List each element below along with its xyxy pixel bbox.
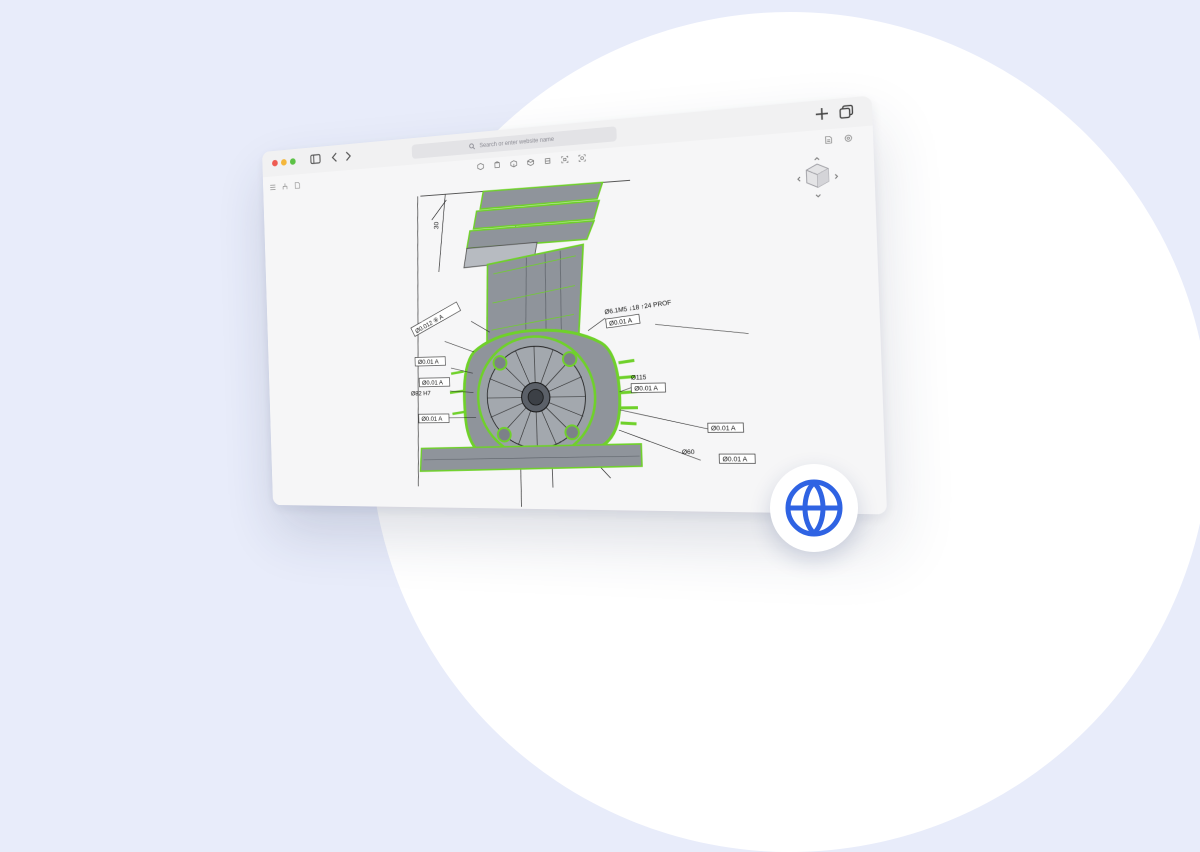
globe-badge <box>770 464 858 552</box>
tabs-overview-icon[interactable] <box>838 104 854 120</box>
annotation-diameter-60: Ø60 <box>682 449 695 456</box>
globe-icon <box>783 477 845 539</box>
annotation-bore-diameter: Ø82 H7 <box>411 390 431 397</box>
dimension-label: 30 <box>434 221 440 229</box>
cad-drawing: 30 <box>263 125 887 514</box>
sidebar-toggle-icon[interactable] <box>309 152 321 166</box>
annotation-tolerance-right-2: Ø0.01 A <box>634 385 659 393</box>
address-placeholder: Search or enter website name <box>479 136 554 148</box>
new-tab-plus-icon[interactable] <box>814 106 830 122</box>
stage: Search or enter website name <box>0 0 1200 675</box>
minimize-window-button[interactable] <box>281 159 287 166</box>
cad-viewer-canvas[interactable]: 30 <box>263 125 887 514</box>
crankcase-housing <box>448 327 640 458</box>
annotation-outer-diameter: Ø115 <box>631 374 647 382</box>
forward-chevron-icon[interactable] <box>343 149 354 163</box>
browser-window: Search or enter website name <box>262 96 887 515</box>
annotation-tolerance-left-2: Ø0.01 A <box>422 379 444 386</box>
back-chevron-icon[interactable] <box>329 150 339 164</box>
annotation-tolerance-left-3: Ø0.01 A <box>421 416 443 423</box>
close-window-button[interactable] <box>272 160 278 167</box>
annotation-tolerance-left-1: Ø0.01 A <box>418 359 440 366</box>
zoom-window-button[interactable] <box>290 158 296 165</box>
annotation-thread-right: Ø6.1M5 ↓18 ↑24 PROF <box>604 299 672 316</box>
annotation-tolerance-right-3: Ø0.01 A <box>711 425 737 433</box>
search-icon <box>469 143 476 150</box>
annotation-tolerance-right-4: Ø0.01 A <box>722 456 748 464</box>
